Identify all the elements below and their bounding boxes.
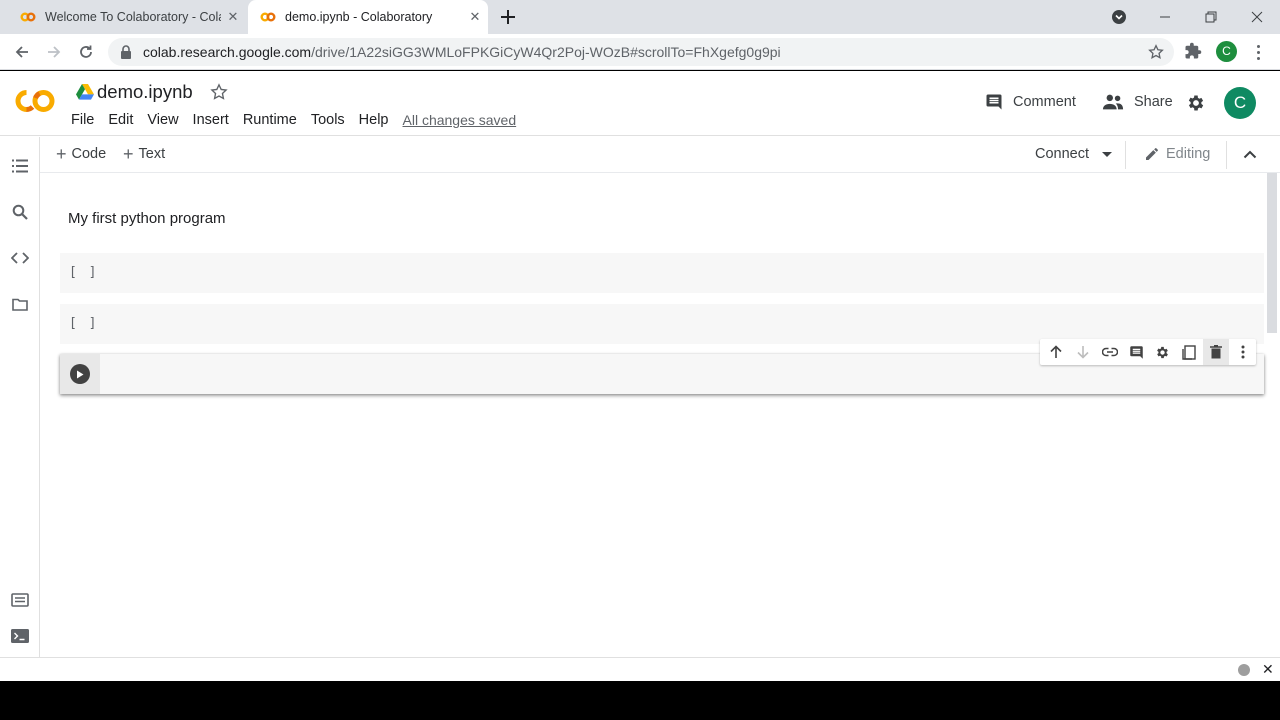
account-avatar[interactable]: C (1224, 87, 1256, 119)
terminal-icon[interactable] (11, 627, 29, 645)
browser-profile-avatar[interactable]: C (1216, 41, 1237, 62)
notebook-cells: My first python program [ ] [ ] (40, 173, 1266, 657)
text-cell[interactable]: My first python program (68, 210, 226, 227)
browser-menu-icon[interactable] (1252, 42, 1264, 62)
comment-label: Comment (1013, 94, 1076, 110)
comment-button[interactable]: Comment (985, 93, 1076, 111)
google-drive-icon[interactable] (76, 84, 94, 100)
star-notebook-icon[interactable] (210, 83, 228, 101)
browser-tab-strip: Welcome To Colaboratory - Colab ✕ demo.i… (0, 0, 1280, 34)
browser-tab-demo[interactable]: demo.ipynb - Colaboratory ✕ (248, 0, 488, 34)
add-code-cell-button[interactable]: + Code (56, 145, 106, 163)
url-path: /drive/1A22siGG3WMLoFPKGiCyW4Qr2Poj-WOzB… (311, 44, 781, 60)
menu-insert[interactable]: Insert (186, 111, 236, 129)
letterbox-bar (0, 681, 1280, 720)
code-cell[interactable]: [ ] (60, 253, 1264, 293)
files-icon[interactable] (11, 295, 29, 313)
tab-title: Welcome To Colaboratory - Colab (45, 10, 221, 24)
move-down-icon[interactable] (1070, 339, 1097, 365)
delete-icon[interactable] (1202, 339, 1230, 365)
notebook-scrollbar[interactable] (1267, 173, 1277, 333)
status-bar: ✕ (0, 657, 1280, 681)
left-sidebar (0, 137, 40, 657)
reload-icon[interactable] (76, 42, 96, 62)
colab-favicon-icon (260, 12, 276, 22)
menu-view[interactable]: View (140, 111, 185, 129)
extensions-icon[interactable] (1184, 42, 1202, 60)
people-icon (1102, 94, 1124, 110)
add-text-label: Text (138, 146, 166, 162)
tab-title: demo.ipynb - Colaboratory (285, 10, 433, 24)
runtime-status-indicator[interactable] (1238, 664, 1250, 676)
toolbar-divider (1226, 141, 1227, 169)
link-icon[interactable] (1096, 339, 1123, 365)
colab-app: demo.ipynb File Edit View Insert Runtime… (0, 71, 1280, 657)
lock-icon[interactable] (119, 45, 133, 59)
more-icon[interactable] (1229, 339, 1256, 365)
execution-count: [ ] (69, 265, 99, 280)
play-icon (77, 370, 84, 378)
mirror-cell-icon[interactable] (1176, 339, 1203, 365)
settings-gear-icon[interactable] (1186, 93, 1206, 113)
window-controls (1096, 0, 1280, 34)
notebook-toolbar: + Code + Text Connect Editing (40, 137, 1280, 173)
close-tab-icon[interactable]: ✕ (468, 10, 482, 24)
close-tab-icon[interactable]: ✕ (226, 10, 240, 24)
colab-favicon-icon (20, 12, 36, 22)
browser-tab-welcome[interactable]: Welcome To Colaboratory - Colab ✕ (0, 0, 246, 34)
run-cell-button[interactable] (70, 364, 90, 384)
settings-icon[interactable] (1150, 339, 1177, 365)
menu-bar: File Edit View Insert Runtime Tools Help… (64, 111, 516, 129)
minimize-icon[interactable] (1142, 2, 1188, 32)
execution-count: [ ] (69, 316, 99, 331)
connect-runtime-button[interactable]: Connect (1035, 146, 1113, 162)
comment-icon[interactable] (1123, 339, 1150, 365)
bookmark-star-icon[interactable] (1148, 44, 1164, 60)
search-icon[interactable] (11, 203, 29, 221)
collapse-header-icon[interactable] (1241, 146, 1259, 164)
connect-label: Connect (1035, 146, 1090, 162)
url-text: colab.research.google.com/drive/1A22siGG… (143, 44, 781, 60)
close-status-icon[interactable]: ✕ (1262, 662, 1274, 676)
share-button[interactable]: Share (1102, 93, 1173, 111)
close-window-icon[interactable] (1234, 2, 1280, 32)
menu-runtime[interactable]: Runtime (236, 111, 304, 129)
plus-icon: + (123, 144, 134, 164)
pencil-icon (1146, 148, 1158, 160)
cell-gutter (60, 354, 100, 394)
menu-file[interactable]: File (64, 111, 101, 129)
address-bar[interactable]: colab.research.google.com/drive/1A22siGG… (108, 38, 1174, 66)
colab-logo-icon[interactable] (14, 86, 56, 116)
editing-mode-button[interactable]: Editing (1144, 146, 1210, 162)
notebook-title[interactable]: demo.ipynb (97, 81, 193, 103)
code-cell[interactable]: [ ] (60, 304, 1264, 344)
comment-icon (986, 94, 1002, 110)
save-status-link[interactable]: All changes saved (403, 111, 517, 129)
menu-help[interactable]: Help (352, 111, 396, 129)
code-snippets-icon[interactable] (11, 249, 29, 267)
restore-icon[interactable] (1188, 2, 1234, 32)
cell-toolbar (1040, 339, 1256, 365)
back-icon[interactable] (12, 42, 32, 62)
menu-edit[interactable]: Edit (101, 111, 140, 129)
plus-icon: + (56, 144, 67, 164)
tab-search-icon[interactable] (1096, 2, 1142, 32)
browser-toolbar: colab.research.google.com/drive/1A22siGG… (0, 34, 1280, 70)
url-host: colab.research.google.com (143, 44, 312, 60)
forward-icon[interactable] (44, 42, 64, 62)
move-up-icon[interactable] (1043, 339, 1070, 365)
add-text-cell-button[interactable]: + Text (123, 145, 165, 163)
share-label: Share (1134, 94, 1173, 110)
editing-label: Editing (1166, 146, 1211, 162)
colab-header: demo.ipynb File Edit View Insert Runtime… (0, 71, 1280, 136)
menu-tools[interactable]: Tools (304, 111, 352, 129)
table-of-contents-icon[interactable] (11, 157, 29, 175)
dropdown-caret-icon (1102, 151, 1113, 157)
command-palette-icon[interactable] (11, 591, 29, 609)
add-code-label: Code (71, 146, 107, 162)
new-tab-icon[interactable] (498, 7, 518, 27)
toolbar-divider (1125, 141, 1126, 169)
